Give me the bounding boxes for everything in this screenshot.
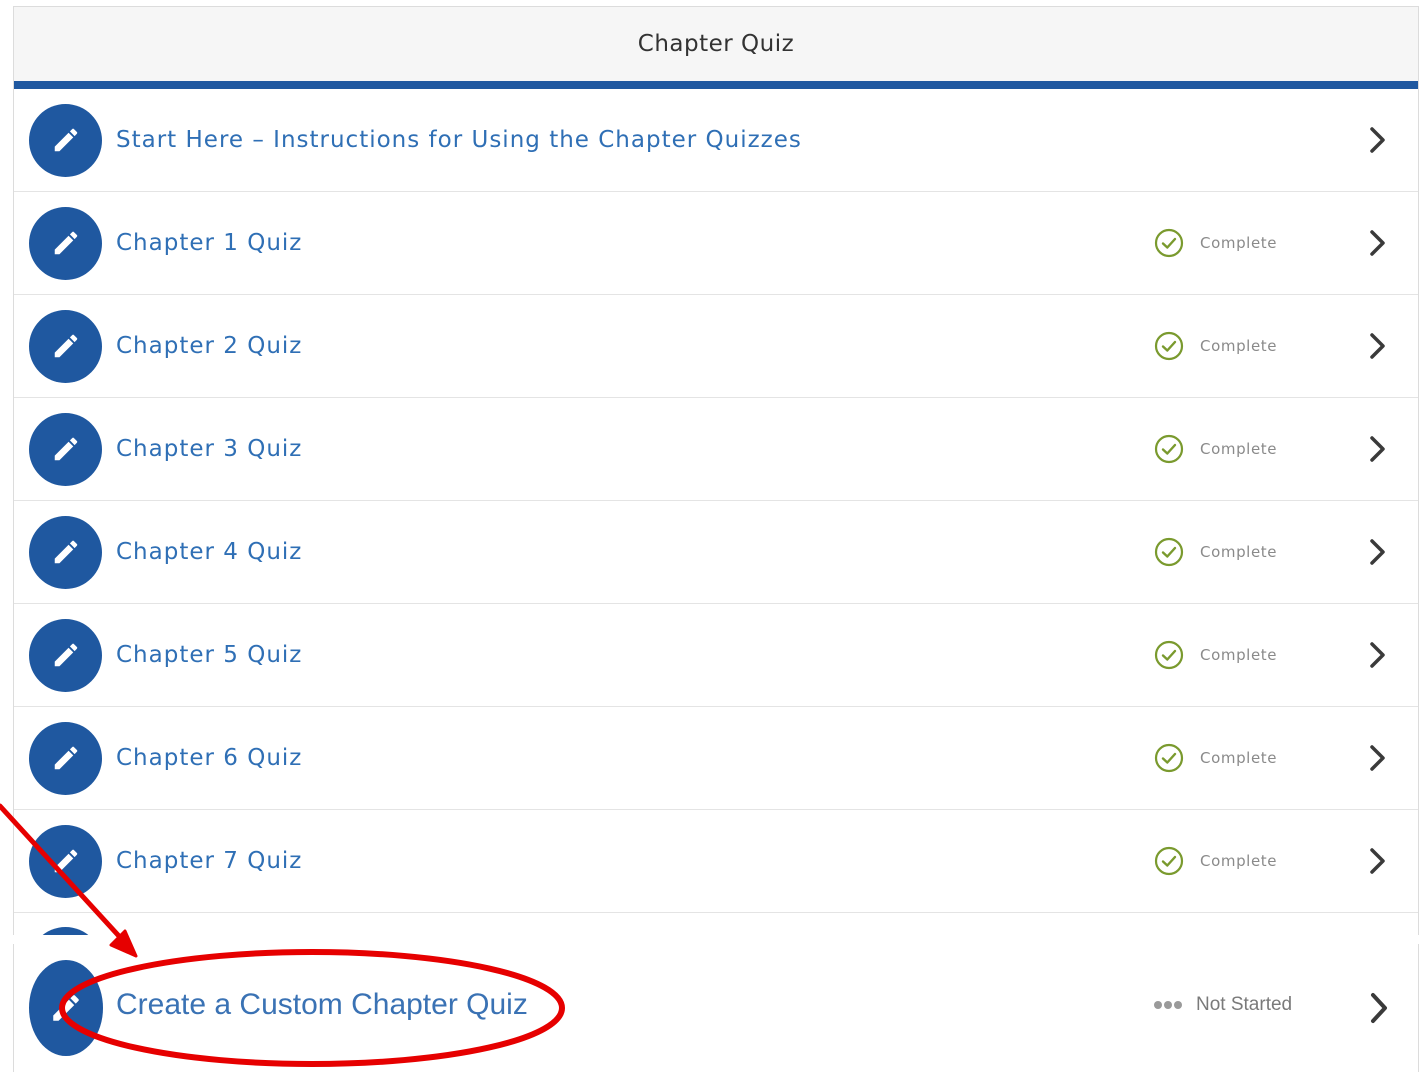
quiz-item-title[interactable]: Start Here – Instructions for Using the …	[116, 127, 802, 153]
status-text: Complete	[1200, 749, 1278, 767]
quiz-item-title[interactable]: Chapter 1 Quiz	[116, 230, 302, 256]
chevron-right-icon[interactable]	[1368, 435, 1388, 463]
pencil-icon	[29, 927, 102, 935]
quiz-item-title[interactable]: Chapter 3 Quiz	[116, 436, 302, 462]
pencil-icon	[29, 206, 102, 280]
quiz-item-title[interactable]: Chapter 4 Quiz	[116, 539, 302, 565]
chevron-right-icon[interactable]	[1368, 538, 1388, 566]
status-text: Complete	[1200, 646, 1278, 664]
chevron-right-icon[interactable]	[1368, 332, 1388, 360]
quiz-item-start-here[interactable]: Start Here – Instructions for Using the …	[14, 89, 1418, 192]
chevron-right-icon[interactable]	[1368, 126, 1388, 154]
status-badge: Complete	[1154, 228, 1277, 258]
ellipsis-dots-icon	[1154, 1001, 1184, 1009]
status-badge: Not Started	[1154, 994, 1292, 1016]
pencil-icon	[29, 103, 102, 177]
quiz-item-title[interactable]: Chapter 6 Quiz	[116, 745, 302, 771]
status-text: Complete	[1200, 337, 1278, 355]
status-text: Complete	[1200, 543, 1278, 561]
chevron-right-icon[interactable]	[1368, 744, 1388, 772]
pencil-icon	[29, 515, 102, 589]
check-circle-icon	[1154, 228, 1184, 258]
chevron-right-icon[interactable]	[1368, 847, 1388, 875]
check-circle-icon	[1154, 743, 1184, 773]
quiz-item-chapter-4[interactable]: Chapter 4 Quiz Complete	[14, 501, 1418, 604]
chevron-right-icon[interactable]	[1368, 992, 1390, 1024]
custom-quiz-title[interactable]: Create a Custom Chapter Quiz	[116, 988, 528, 1022]
check-circle-icon	[1154, 434, 1184, 464]
pencil-icon	[29, 824, 102, 898]
quiz-item-chapter-3[interactable]: Chapter 3 Quiz Complete	[14, 398, 1418, 501]
panel-header: Chapter Quiz	[14, 7, 1418, 89]
quiz-item-chapter-1[interactable]: Chapter 1 Quiz Complete	[14, 192, 1418, 295]
quiz-item-chapter-2[interactable]: Chapter 2 Quiz Complete	[14, 295, 1418, 398]
pencil-icon	[29, 721, 102, 795]
quiz-item-title[interactable]: Chapter 7 Quiz	[116, 848, 302, 874]
quiz-item-title[interactable]: Chapter 5 Quiz	[116, 642, 302, 668]
quiz-list-panel: Chapter Quiz Start Here – Instructions f…	[13, 6, 1419, 935]
quiz-item-partial	[14, 913, 1418, 935]
status-badge: Complete	[1154, 846, 1277, 876]
quiz-item-chapter-7[interactable]: Chapter 7 Quiz Complete	[14, 810, 1418, 913]
status-text: Not Started	[1196, 994, 1293, 1015]
status-badge: Complete	[1154, 743, 1277, 773]
status-badge: Complete	[1154, 537, 1277, 567]
status-text: Complete	[1200, 234, 1278, 252]
page-title: Chapter Quiz	[637, 31, 795, 57]
pencil-icon	[29, 309, 102, 383]
quiz-item-custom[interactable]: Create a Custom Chapter Quiz Not Started	[13, 944, 1419, 1072]
check-circle-icon	[1154, 640, 1184, 670]
pencil-icon	[29, 960, 103, 1056]
chevron-right-icon[interactable]	[1368, 641, 1388, 669]
status-text: Complete	[1200, 440, 1278, 458]
pencil-icon	[29, 618, 102, 692]
check-circle-icon	[1154, 537, 1184, 567]
check-circle-icon	[1154, 331, 1184, 361]
quiz-item-chapter-5[interactable]: Chapter 5 Quiz Complete	[14, 604, 1418, 707]
check-circle-icon	[1154, 846, 1184, 876]
status-badge: Complete	[1154, 434, 1277, 464]
chevron-right-icon[interactable]	[1368, 229, 1388, 257]
quiz-item-chapter-6[interactable]: Chapter 6 Quiz Complete	[14, 707, 1418, 810]
pencil-icon	[29, 412, 102, 486]
status-text: Complete	[1200, 852, 1278, 870]
status-badge: Complete	[1154, 331, 1277, 361]
status-badge: Complete	[1154, 640, 1277, 670]
quiz-item-title[interactable]: Chapter 2 Quiz	[116, 333, 302, 359]
